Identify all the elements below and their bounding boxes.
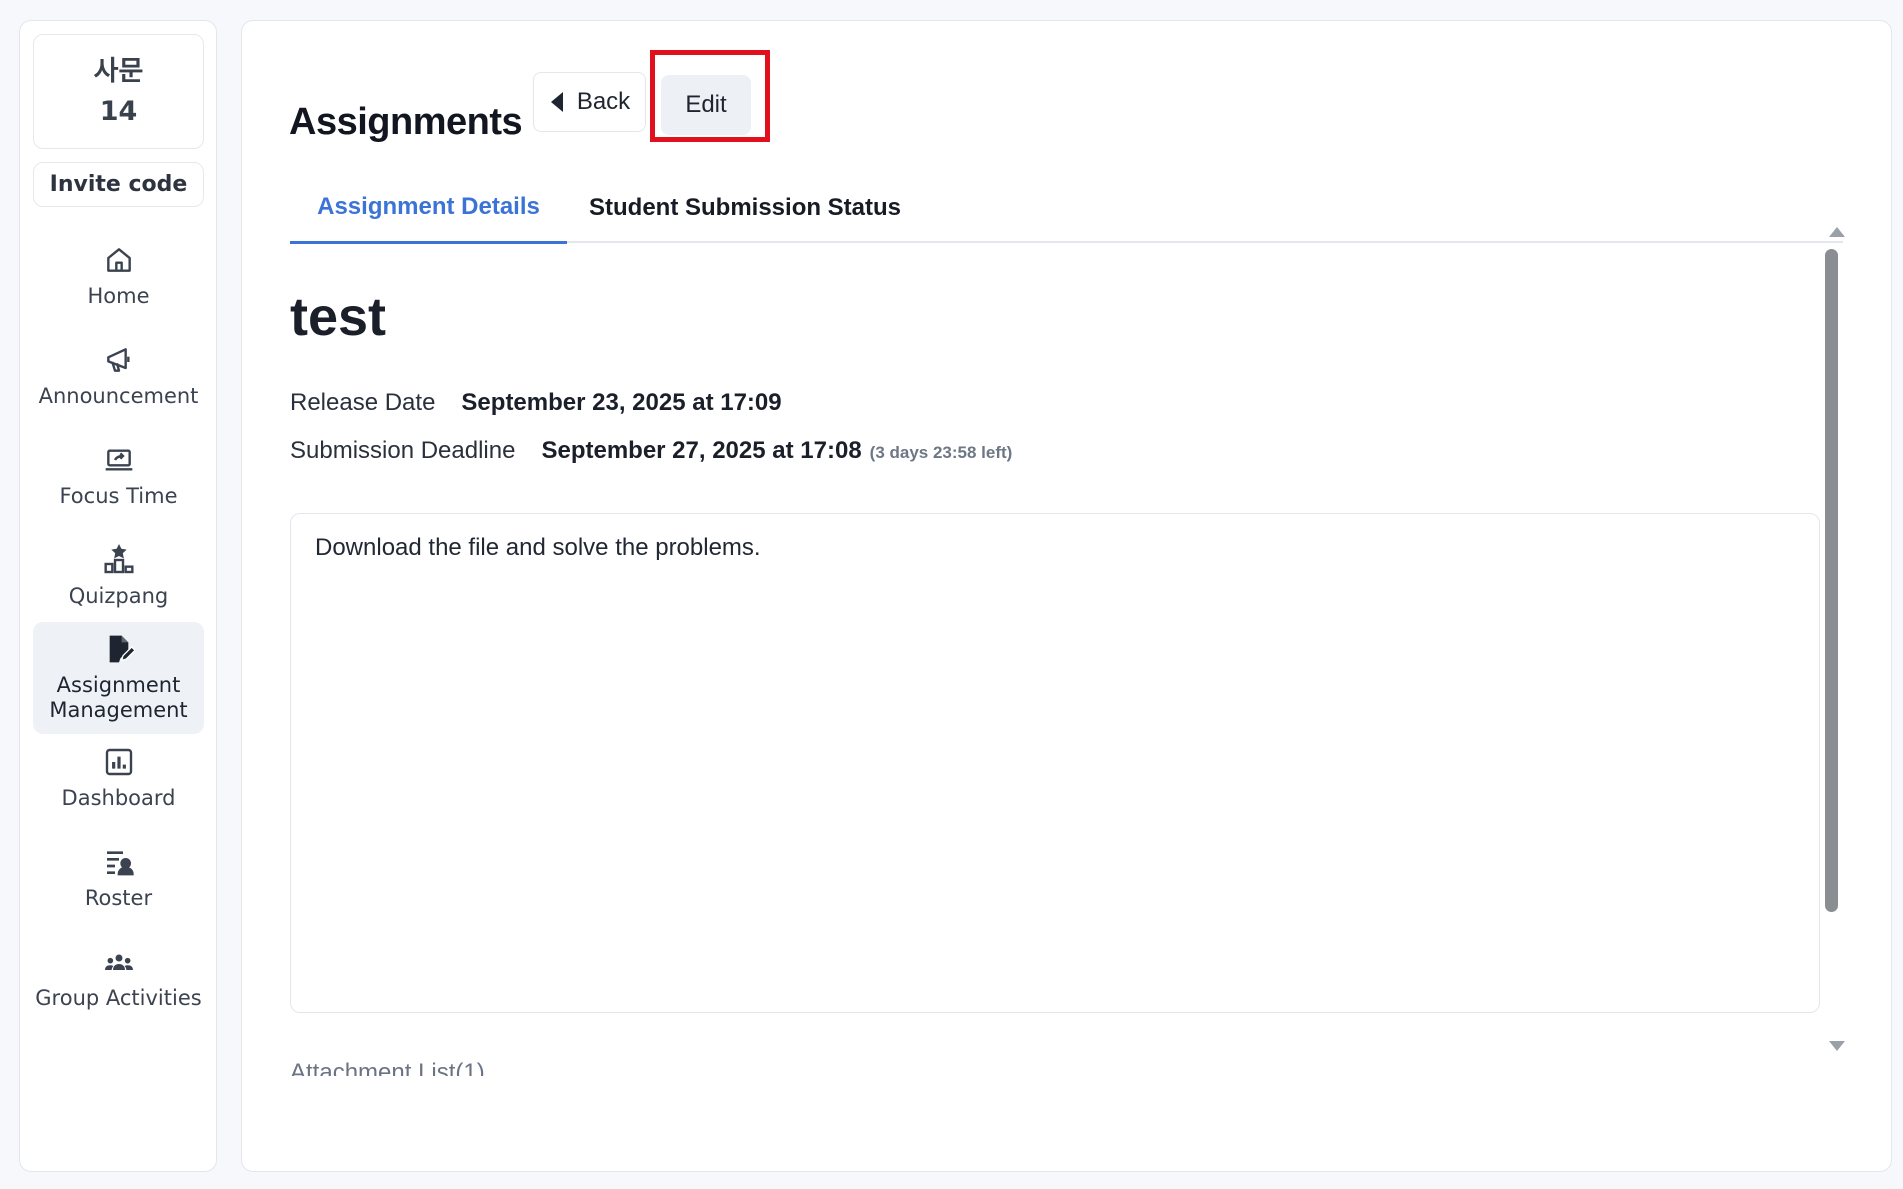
- class-card[interactable]: 사문 14: [33, 34, 204, 149]
- sidebar-item-group-activities[interactable]: Group Activities: [33, 928, 204, 1028]
- invite-code-button[interactable]: Invite code: [33, 162, 204, 207]
- home-icon: [106, 247, 131, 272]
- sidebar-item-roster[interactable]: Roster: [33, 828, 204, 928]
- scroll-down-arrow-icon[interactable]: [1829, 1041, 1845, 1051]
- deadline-row: Submission Deadline September 27, 2025 a…: [290, 437, 1012, 465]
- laptop-icon: [105, 448, 132, 471]
- description-text: Download the file and solve the problems…: [315, 534, 761, 561]
- tab-bar: Assignment Details Student Submission St…: [290, 173, 1843, 244]
- release-date-row: Release Date September 23, 2025 at 17:09: [290, 389, 782, 417]
- attachment-list-heading: Attachment List(1): [290, 1059, 485, 1076]
- sidebar-item-quizpang[interactable]: Quizpang: [33, 526, 204, 626]
- sidebar-item-label: Group Activities: [35, 985, 202, 1010]
- class-name: 사문: [93, 55, 144, 87]
- bar-chart-icon: [105, 748, 132, 775]
- assignment-edit-icon: [109, 635, 135, 663]
- scroll-up-arrow-icon[interactable]: [1829, 227, 1845, 237]
- sidebar-item-dashboard[interactable]: Dashboard: [33, 728, 204, 828]
- sidebar-item-focus-time[interactable]: Focus Time: [33, 426, 204, 526]
- sidebar: 사문 14 Invite code Home Announcement Focu…: [19, 20, 217, 1172]
- sidebar-item-label: Home: [87, 283, 150, 308]
- scrollbar-thumb[interactable]: [1825, 249, 1838, 912]
- megaphone-icon: [106, 347, 130, 372]
- group-icon: [104, 954, 133, 970]
- sidebar-item-label: Focus Time: [59, 483, 178, 508]
- podium-icon: [103, 543, 134, 573]
- roster-icon: [106, 850, 134, 875]
- back-button[interactable]: Back: [533, 72, 646, 132]
- release-date-value: September 23, 2025 at 17:09: [461, 389, 782, 416]
- sidebar-item-label: Assignment Management: [49, 673, 188, 722]
- sidebar-item-home[interactable]: Home: [33, 226, 204, 326]
- release-date-label: Release Date: [290, 389, 436, 416]
- sidebar-item-label: Roster: [84, 885, 153, 910]
- deadline-label: Submission Deadline: [290, 437, 516, 464]
- sidebar-item-assignment-management[interactable]: Assignment Management: [33, 622, 204, 734]
- sidebar-item-label: Announcement: [38, 383, 199, 408]
- caret-left-icon: [550, 92, 563, 112]
- back-label: Back: [576, 88, 631, 115]
- sidebar-item-announcement[interactable]: Announcement: [33, 326, 204, 426]
- main-panel: Assignments Back Edit Assignment Details…: [241, 20, 1892, 1172]
- time-left: (3 days 23:58 left): [869, 443, 1013, 462]
- assignment-title: test: [290, 287, 387, 347]
- tab-assignment-details[interactable]: Assignment Details: [290, 173, 567, 244]
- edit-button-highlight: [650, 50, 770, 142]
- tab-student-submission-status[interactable]: Student Submission Status: [589, 173, 901, 243]
- class-number: 14: [99, 95, 138, 127]
- sidebar-nav: Home Announcement Focus Time Quizpang As…: [33, 226, 204, 1028]
- sidebar-item-label: Quizpang: [68, 583, 169, 608]
- page-title: Assignments: [289, 101, 523, 143]
- description-box: Download the file and solve the problems…: [290, 513, 1820, 1013]
- assignment-content: test Release Date September 23, 2025 at …: [290, 246, 1820, 1076]
- sidebar-item-label: Dashboard: [61, 785, 176, 810]
- deadline-value: September 27, 2025 at 17:08: [541, 437, 862, 464]
